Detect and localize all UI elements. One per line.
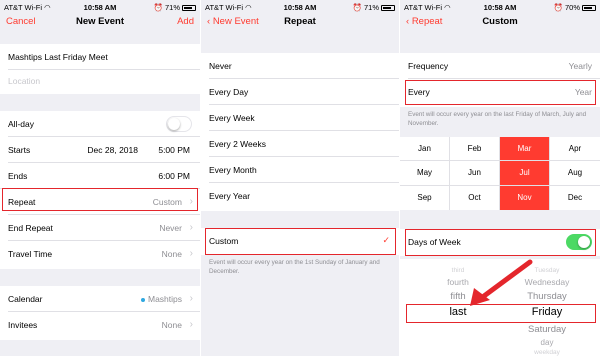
nav-bar: ‹ New Event Repeat xyxy=(201,14,399,32)
option-every-month[interactable]: Every Month xyxy=(201,157,399,183)
picker-ordinal-selected[interactable]: last xyxy=(449,306,466,318)
chevron-left-icon: ‹ xyxy=(406,16,410,27)
status-bar: AT&T Wi-Fi ◠ 10:58 AM ⏰ 71% xyxy=(201,0,399,14)
battery-icon xyxy=(381,5,395,12)
picker-day: Tuesday xyxy=(534,267,560,274)
new-event-screen: AT&T Wi-Fi ◠ 10:58 AM ⏰ 71% Cancel New E… xyxy=(0,0,200,356)
days-of-week-row: Days of Week xyxy=(400,229,600,255)
custom-summary-note: Event will occur every year on the last … xyxy=(408,111,587,127)
month-sep[interactable]: Sep xyxy=(400,185,450,210)
month-feb[interactable]: Feb xyxy=(450,137,500,162)
chevron-right-icon: › xyxy=(189,319,193,330)
back-button[interactable]: ‹ Repeat xyxy=(406,16,442,27)
picker-day: Saturday xyxy=(527,324,567,335)
days-of-week-group: Days of Week xyxy=(400,229,600,256)
add-button[interactable]: Add xyxy=(177,16,194,27)
option-every-year[interactable]: Every Year xyxy=(201,183,399,209)
battery-icon xyxy=(582,5,596,12)
days-of-week-toggle[interactable] xyxy=(566,234,592,250)
chevron-right-icon: › xyxy=(189,222,193,233)
repeat-screen: AT&T Wi-Fi ◠ 10:58 AM ⏰ 71% ‹ New Event … xyxy=(201,0,399,356)
every-row[interactable]: Every Year xyxy=(400,79,600,105)
month-jun[interactable]: Jun xyxy=(450,161,500,186)
end-repeat-row[interactable]: End Repeat Never › xyxy=(0,215,200,241)
cancel-button[interactable]: Cancel xyxy=(6,16,36,27)
chevron-right-icon: › xyxy=(189,293,193,304)
month-apr[interactable]: Apr xyxy=(550,137,600,162)
ends-row[interactable]: Ends 6:00 PM xyxy=(0,163,200,189)
custom-screen: AT&T Wi-Fi ◠ 10:58 AM ⏰ 70% ‹ Repeat Cus… xyxy=(400,0,600,356)
starts-time: 5:00 PM xyxy=(158,145,190,155)
chevron-right-icon: › xyxy=(189,196,193,207)
allday-toggle[interactable] xyxy=(166,116,192,132)
ends-time: 6:00 PM xyxy=(158,171,190,181)
invitees-row[interactable]: Invitees None › xyxy=(0,312,200,338)
back-button[interactable]: ‹ New Event xyxy=(207,16,259,27)
time-group: All-day Starts Dec 28, 2018 5:00 PM Ends… xyxy=(0,111,200,269)
custom-group: Custom ✓ xyxy=(201,228,399,255)
nav-bar: ‹ Repeat Custom xyxy=(400,14,600,32)
location-field[interactable]: Location xyxy=(0,68,200,94)
status-bar: AT&T Wi-Fi ◠ 10:58 AM ⏰ 71% xyxy=(0,0,200,14)
picker-ordinal: fourth xyxy=(447,277,469,287)
picker-ordinal: third xyxy=(451,267,465,274)
picker-day-selected[interactable]: Friday xyxy=(532,306,563,318)
month-mar[interactable]: Mar xyxy=(500,137,550,162)
title-location-group: Mashtips Last Friday Meet Location xyxy=(0,44,200,94)
battery-indicator: ⏰ 71% xyxy=(154,3,196,12)
month-nov[interactable]: Nov xyxy=(500,185,550,210)
option-never[interactable]: Never xyxy=(201,53,399,79)
option-every-2-weeks[interactable]: Every 2 Weeks xyxy=(201,131,399,157)
month-jul[interactable]: Jul xyxy=(500,161,550,186)
status-bar: AT&T Wi-Fi ◠ 10:58 AM ⏰ 70% xyxy=(400,0,600,14)
month-may[interactable]: May xyxy=(400,161,450,186)
allday-row: All-day xyxy=(0,111,200,137)
repeat-row[interactable]: Repeat Custom › xyxy=(0,189,200,215)
chevron-right-icon: › xyxy=(189,248,193,259)
picker-ordinal: fifth xyxy=(450,291,466,302)
option-every-day[interactable]: Every Day xyxy=(201,79,399,105)
repeat-summary-note: Event will occur every year on the 1st S… xyxy=(209,259,380,275)
repeat-value: Custom xyxy=(152,197,182,207)
calendar-color-dot xyxy=(140,297,145,302)
picker-day: Thursday xyxy=(527,291,567,302)
option-every-week[interactable]: Every Week xyxy=(201,105,399,131)
month-grid: Jan Feb Mar Apr May Jun Jul Aug Sep Oct … xyxy=(400,137,600,210)
frequency-row[interactable]: Frequency Yearly xyxy=(400,53,600,79)
month-aug[interactable]: Aug xyxy=(550,161,600,186)
day-picker-wheel[interactable]: third fourth fifth last Tuesday Wednesda… xyxy=(400,259,600,356)
starts-date: Dec 28, 2018 xyxy=(87,145,138,155)
picker-day: Wednesday xyxy=(524,277,570,287)
option-custom[interactable]: Custom ✓ xyxy=(201,228,399,254)
picker-day: weekday xyxy=(534,349,560,356)
checkmark-icon: ✓ xyxy=(382,235,390,245)
frequency-group: Frequency Yearly Every Year xyxy=(400,53,600,107)
repeat-options-list: Never Every Day Every Week Every 2 Weeks… xyxy=(201,53,399,211)
starts-row[interactable]: Starts Dec 28, 2018 5:00 PM xyxy=(0,137,200,163)
battery-icon xyxy=(182,5,196,12)
travel-time-row[interactable]: Travel Time None › xyxy=(0,241,200,267)
picker-day: day xyxy=(540,338,554,347)
event-title-field[interactable]: Mashtips Last Friday Meet xyxy=(0,44,200,70)
nav-bar: Cancel New Event Add xyxy=(0,14,200,32)
calendar-row[interactable]: Calendar Mashtips › xyxy=(0,286,200,312)
month-oct[interactable]: Oct xyxy=(450,185,500,210)
chevron-left-icon: ‹ xyxy=(207,16,211,27)
month-dec[interactable]: Dec xyxy=(550,186,600,210)
month-jan[interactable]: Jan xyxy=(400,137,450,162)
calendar-group: Calendar Mashtips › Invitees None › xyxy=(0,286,200,340)
